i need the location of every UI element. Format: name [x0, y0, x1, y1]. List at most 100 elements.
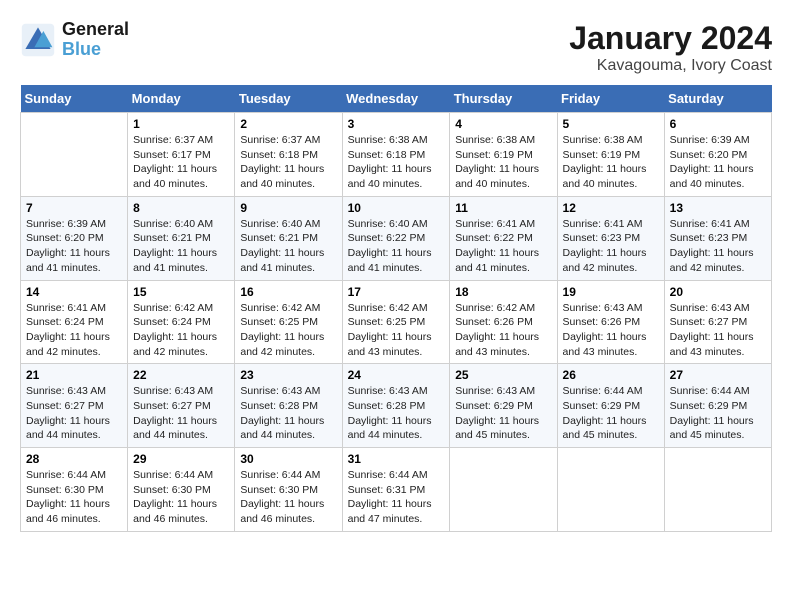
day-info: Sunrise: 6:37 AMSunset: 6:18 PMDaylight:…: [240, 133, 336, 192]
calendar-cell: 20Sunrise: 6:43 AMSunset: 6:27 PMDayligh…: [664, 280, 771, 364]
day-info: Sunrise: 6:43 AMSunset: 6:29 PMDaylight:…: [455, 384, 551, 443]
day-number: 30: [240, 452, 336, 466]
day-info: Sunrise: 6:37 AMSunset: 6:17 PMDaylight:…: [133, 133, 229, 192]
day-number: 17: [348, 285, 445, 299]
day-number: 11: [455, 201, 551, 215]
calendar-week-1: 1Sunrise: 6:37 AMSunset: 6:17 PMDaylight…: [21, 113, 772, 197]
calendar-cell: 14 Sunrise: 6:41 AMSunset: 6:24 PMDayligh…: [21, 280, 128, 364]
day-info: Sunrise: 6:43 AMSunset: 6:27 PMDaylight:…: [26, 384, 122, 443]
day-info: Sunrise: 6:40 AMSunset: 6:21 PMDaylight:…: [133, 217, 229, 276]
day-info: Sunrise: 6:42 AMSunset: 6:24 PMDaylight:…: [133, 301, 229, 360]
logo-line1: General: [62, 20, 129, 40]
day-number: 20: [670, 285, 766, 299]
calendar-cell: 1Sunrise: 6:37 AMSunset: 6:17 PMDaylight…: [128, 113, 235, 197]
calendar-week-3: 14 Sunrise: 6:41 AMSunset: 6:24 PMDayligh…: [21, 280, 772, 364]
logo-line2: Blue: [62, 40, 129, 60]
calendar-table: SundayMondayTuesdayWednesdayThursdayFrid…: [20, 85, 772, 532]
calendar-cell: 24Sunrise: 6:43 AMSunset: 6:28 PMDayligh…: [342, 364, 450, 448]
day-number: 6: [670, 117, 766, 131]
day-number: 22: [133, 368, 229, 382]
calendar-cell: 12 Sunrise: 6:41 AMSunset: 6:23 PMDayligh…: [557, 196, 664, 280]
calendar-cell: [450, 448, 557, 532]
day-number: 9: [240, 201, 336, 215]
day-number: 18: [455, 285, 551, 299]
day-info: Sunrise: 6:42 AMSunset: 6:25 PMDaylight:…: [240, 301, 336, 360]
day-info: Sunrise: 6:39 AMSunset: 6:20 PMDaylight:…: [26, 217, 122, 276]
header-wednesday: Wednesday: [342, 85, 450, 113]
header-friday: Friday: [557, 85, 664, 113]
day-info: Sunrise: 6:41 AMSunset: 6:23 PMDaylight:…: [563, 217, 659, 276]
day-number: 2: [240, 117, 336, 131]
calendar-cell: 30 Sunrise: 6:44 AMSunset: 6:30 PMDayligh…: [235, 448, 342, 532]
day-info: Sunrise: 6:40 AMSunset: 6:21 PMDaylight:…: [240, 217, 336, 276]
day-number: 8: [133, 201, 229, 215]
calendar-cell: 19 Sunrise: 6:43 AMSunset: 6:26 PMDayligh…: [557, 280, 664, 364]
day-info: Sunrise: 6:44 AMSunset: 6:30 PMDaylight:…: [26, 468, 122, 527]
calendar-cell: 25 Sunrise: 6:43 AMSunset: 6:29 PMDayligh…: [450, 364, 557, 448]
day-info: Sunrise: 6:39 AMSunset: 6:20 PMDaylight:…: [670, 133, 766, 192]
day-info: Sunrise: 6:38 AMSunset: 6:18 PMDaylight:…: [348, 133, 445, 192]
day-info: Sunrise: 6:38 AMSunset: 6:19 PMDaylight:…: [455, 133, 551, 192]
day-number: 12: [563, 201, 659, 215]
header-tuesday: Tuesday: [235, 85, 342, 113]
calendar-cell: 8 Sunrise: 6:40 AMSunset: 6:21 PMDaylight…: [128, 196, 235, 280]
calendar-cell: 17 Sunrise: 6:42 AMSunset: 6:25 PMDayligh…: [342, 280, 450, 364]
calendar-cell: 13Sunrise: 6:41 AMSunset: 6:23 PMDayligh…: [664, 196, 771, 280]
day-info: Sunrise: 6:42 AMSunset: 6:26 PMDaylight:…: [455, 301, 551, 360]
calendar-cell: [664, 448, 771, 532]
day-info: Sunrise: 6:43 AMSunset: 6:28 PMDaylight:…: [348, 384, 445, 443]
day-info: Sunrise: 6:38 AMSunset: 6:19 PMDaylight:…: [563, 133, 659, 192]
day-info: Sunrise: 6:43 AMSunset: 6:28 PMDaylight:…: [240, 384, 336, 443]
calendar-cell: 15Sunrise: 6:42 AMSunset: 6:24 PMDayligh…: [128, 280, 235, 364]
header-thursday: Thursday: [450, 85, 557, 113]
day-info: Sunrise: 6:43 AMSunset: 6:26 PMDaylight:…: [563, 301, 659, 360]
day-number: 25: [455, 368, 551, 382]
calendar-cell: 5 Sunrise: 6:38 AMSunset: 6:19 PMDaylight…: [557, 113, 664, 197]
day-info: Sunrise: 6:41 AMSunset: 6:23 PMDaylight:…: [670, 217, 766, 276]
day-number: 21: [26, 368, 122, 382]
day-info: Sunrise: 6:42 AMSunset: 6:25 PMDaylight:…: [348, 301, 445, 360]
calendar-cell: 22 Sunrise: 6:43 AMSunset: 6:27 PMDayligh…: [128, 364, 235, 448]
calendar-cell: 31Sunrise: 6:44 AMSunset: 6:31 PMDayligh…: [342, 448, 450, 532]
day-number: 28: [26, 452, 122, 466]
logo-icon: [20, 22, 56, 58]
calendar-cell: 10Sunrise: 6:40 AMSunset: 6:22 PMDayligh…: [342, 196, 450, 280]
title-block: January 2024 Kavagouma, Ivory Coast: [569, 20, 772, 75]
header-saturday: Saturday: [664, 85, 771, 113]
calendar-cell: 21 Sunrise: 6:43 AMSunset: 6:27 PMDayligh…: [21, 364, 128, 448]
calendar-cell: 23Sunrise: 6:43 AMSunset: 6:28 PMDayligh…: [235, 364, 342, 448]
day-number: 29: [133, 452, 229, 466]
main-title: January 2024: [569, 20, 772, 57]
calendar-cell: 28 Sunrise: 6:44 AMSunset: 6:30 PMDayligh…: [21, 448, 128, 532]
day-info: Sunrise: 6:41 AMSunset: 6:22 PMDaylight:…: [455, 217, 551, 276]
calendar-week-2: 7 Sunrise: 6:39 AMSunset: 6:20 PMDaylight…: [21, 196, 772, 280]
header-monday: Monday: [128, 85, 235, 113]
day-info: Sunrise: 6:41 AMSunset: 6:24 PMDaylight:…: [26, 301, 122, 360]
day-number: 19: [563, 285, 659, 299]
calendar-cell: 18 Sunrise: 6:42 AMSunset: 6:26 PMDayligh…: [450, 280, 557, 364]
day-number: 7: [26, 201, 122, 215]
header-sunday: Sunday: [21, 85, 128, 113]
page-header: General Blue January 2024 Kavagouma, Ivo…: [20, 20, 772, 75]
calendar-cell: [557, 448, 664, 532]
calendar-cell: [21, 113, 128, 197]
day-number: 14: [26, 285, 122, 299]
day-number: 16: [240, 285, 336, 299]
day-number: 5: [563, 117, 659, 131]
day-number: 3: [348, 117, 445, 131]
calendar-cell: 7 Sunrise: 6:39 AMSunset: 6:20 PMDaylight…: [21, 196, 128, 280]
subtitle: Kavagouma, Ivory Coast: [569, 57, 772, 75]
day-number: 27: [670, 368, 766, 382]
day-info: Sunrise: 6:44 AMSunset: 6:30 PMDaylight:…: [133, 468, 229, 527]
logo: General Blue: [20, 20, 129, 60]
day-info: Sunrise: 6:44 AMSunset: 6:31 PMDaylight:…: [348, 468, 445, 527]
day-info: Sunrise: 6:40 AMSunset: 6:22 PMDaylight:…: [348, 217, 445, 276]
calendar-cell: 11 Sunrise: 6:41 AMSunset: 6:22 PMDayligh…: [450, 196, 557, 280]
day-info: Sunrise: 6:43 AMSunset: 6:27 PMDaylight:…: [133, 384, 229, 443]
day-info: Sunrise: 6:44 AMSunset: 6:30 PMDaylight:…: [240, 468, 336, 527]
calendar-cell: 26Sunrise: 6:44 AMSunset: 6:29 PMDayligh…: [557, 364, 664, 448]
calendar-cell: 6 Sunrise: 6:39 AMSunset: 6:20 PMDaylight…: [664, 113, 771, 197]
calendar-week-4: 21 Sunrise: 6:43 AMSunset: 6:27 PMDayligh…: [21, 364, 772, 448]
day-info: Sunrise: 6:44 AMSunset: 6:29 PMDaylight:…: [563, 384, 659, 443]
calendar-cell: 9 Sunrise: 6:40 AMSunset: 6:21 PMDaylight…: [235, 196, 342, 280]
